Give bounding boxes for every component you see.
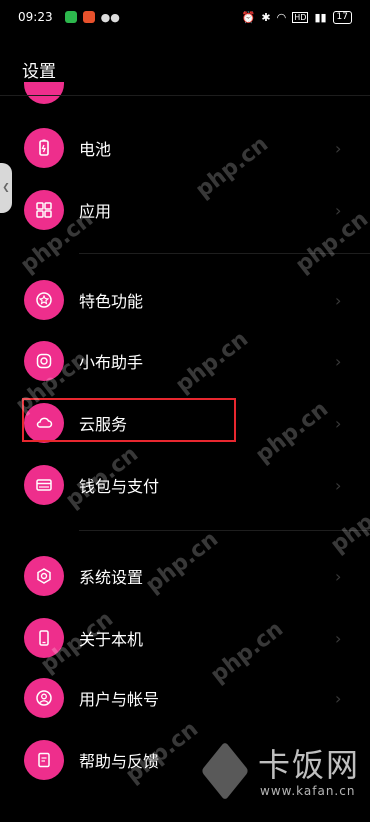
wechat-icon: ●● <box>100 10 120 24</box>
alarm-icon: ⏰ <box>241 10 256 24</box>
help-doc-icon <box>24 740 64 780</box>
chevron-right-icon: › <box>335 566 342 586</box>
partial-item-icon <box>24 82 64 104</box>
wallet-icon <box>24 465 64 505</box>
wifi-icon: ◠ <box>276 10 287 24</box>
chevron-right-icon: › <box>335 138 342 158</box>
page-title: 设置 <box>22 62 56 82</box>
menu-item-features[interactable]: 特色功能 › <box>0 270 370 330</box>
battery-icon <box>24 128 64 168</box>
divider <box>79 530 370 531</box>
notification-app-icon <box>64 11 77 23</box>
battery-status: 17 <box>332 10 352 24</box>
menu-item-label: 系统设置 <box>79 568 144 587</box>
status-left: 09:23 ●● <box>18 10 120 24</box>
status-right: ⏰ ✱ ◠ HD ▮▮ 17 <box>241 10 352 24</box>
chevron-right-icon: › <box>335 628 342 648</box>
status-time: 09:23 <box>18 10 53 24</box>
status-bar: 09:23 ●● ⏰ ✱ ◠ HD ▮▮ 17 <box>0 0 370 34</box>
chevron-right-icon: › <box>335 351 342 371</box>
hd-icon: HD <box>292 11 309 23</box>
star-badge-icon <box>24 280 64 320</box>
apps-grid-icon <box>24 190 64 230</box>
chevron-right-icon: › <box>335 290 342 310</box>
menu-item-battery[interactable]: 电池 › <box>0 118 370 178</box>
system-gear-icon <box>24 556 64 596</box>
chevron-right-icon: › <box>335 475 342 495</box>
highlight-box <box>22 398 236 442</box>
user-icon <box>24 678 64 718</box>
chevron-right-icon: › <box>335 200 342 220</box>
divider <box>0 95 370 96</box>
chevron-right-icon: › <box>335 413 342 433</box>
chevron-right-icon: › <box>335 688 342 708</box>
notification-app-icon <box>82 11 95 23</box>
logo-text: 卡饭网 <box>258 746 361 784</box>
signal-icon: ▮▮ <box>314 10 327 24</box>
menu-item-label: 特色功能 <box>79 292 144 311</box>
bluetooth-icon: ✱ <box>261 10 271 24</box>
logo-url: www.kafan.cn <box>260 784 356 798</box>
menu-item-label: 电池 <box>79 140 112 159</box>
menu-item-label: 用户与帐号 <box>79 690 160 709</box>
menu-item-wallet[interactable]: 钱包与支付 › <box>0 455 370 515</box>
